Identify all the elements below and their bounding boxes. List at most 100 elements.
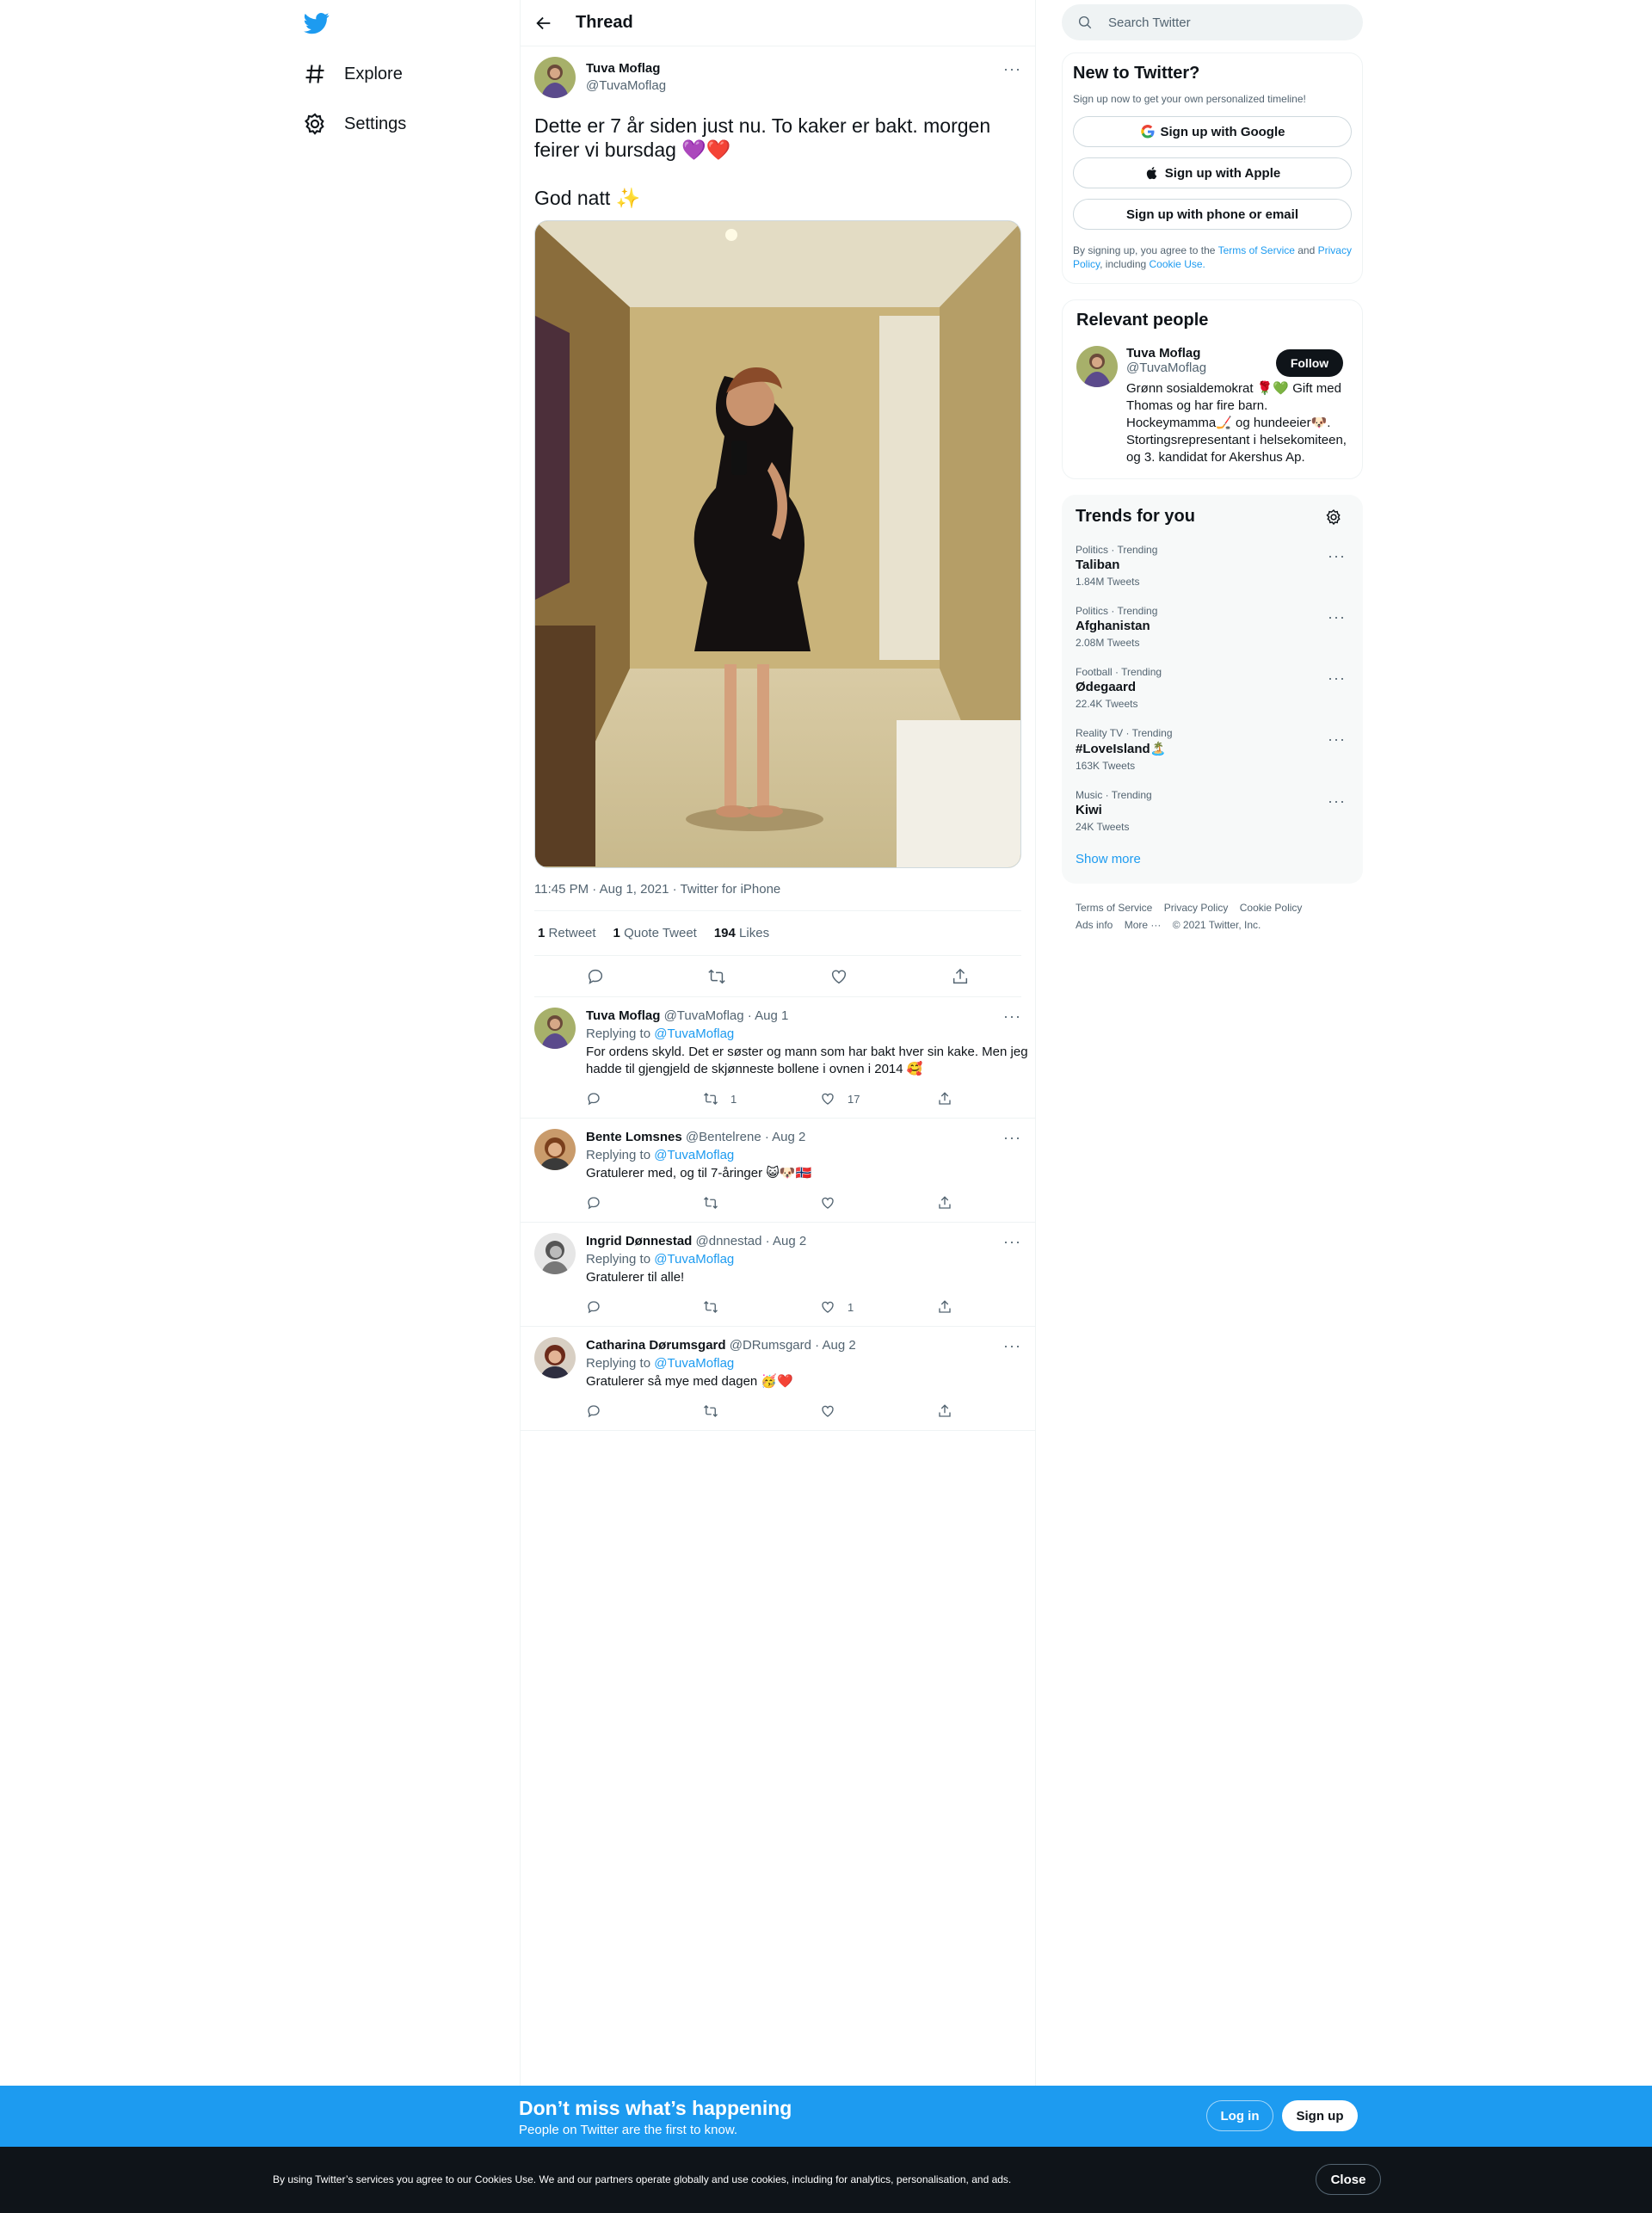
reply-author-handle[interactable]: @Bentelrene <box>686 1130 761 1144</box>
terms-link[interactable]: Terms of Service <box>1218 244 1295 256</box>
reply-date[interactable]: · Aug 1 <box>748 1008 789 1023</box>
cookie-link[interactable]: Cookie Use. <box>1150 258 1205 270</box>
like-button[interactable]: 1 <box>820 1299 937 1315</box>
more-options-icon[interactable]: ··· <box>1328 792 1346 811</box>
like-icon[interactable] <box>829 967 848 986</box>
retweet-icon <box>704 1197 718 1209</box>
reply-date[interactable]: · Aug 2 <box>765 1130 806 1144</box>
like-button[interactable] <box>820 1195 937 1211</box>
signup-google-button[interactable]: Sign up with Google <box>1073 116 1352 147</box>
retweet-icon <box>704 1093 718 1105</box>
signup-apple-button[interactable]: Sign up with Apple <box>1073 157 1352 188</box>
search-bar[interactable]: Search Twitter <box>1062 4 1363 40</box>
signup-button[interactable]: Sign up <box>1282 2100 1358 2131</box>
signup-phone-button[interactable]: Sign up with phone or email <box>1073 199 1352 230</box>
reply-date[interactable]: · Aug 2 <box>766 1234 807 1248</box>
replying-to-link[interactable]: @TuvaMoflag <box>654 1356 734 1371</box>
reply-author-name[interactable]: Bente Lomsnes <box>586 1130 682 1144</box>
retweet-count[interactable]: 1 Retweet <box>538 926 596 940</box>
retweet-button[interactable] <box>703 1299 820 1315</box>
reply-icon[interactable] <box>586 967 605 986</box>
share-button[interactable] <box>937 1195 1054 1211</box>
quote-count[interactable]: 1 Quote Tweet <box>613 926 697 940</box>
login-button[interactable]: Log in <box>1206 2100 1273 2131</box>
avatar[interactable] <box>534 1337 576 1378</box>
author-name[interactable]: Tuva Moflag <box>586 60 666 77</box>
replying-to: Replying to @TuvaMoflag <box>586 1252 735 1267</box>
reply-date[interactable]: · Aug 2 <box>815 1338 856 1353</box>
like-button[interactable] <box>820 1403 937 1419</box>
share-button[interactable] <box>937 1091 1054 1106</box>
more-options-icon[interactable]: ··· <box>1328 730 1346 749</box>
footer-privacy-link[interactable]: Privacy Policy <box>1164 902 1229 914</box>
share-button[interactable] <box>937 1299 1054 1315</box>
trend-item[interactable]: Music · Trending Kiwi 24K Tweets ··· <box>1076 789 1349 833</box>
reply-author-name[interactable]: Tuva Moflag <box>586 1008 660 1023</box>
reply-button[interactable] <box>586 1195 703 1211</box>
retweet-icon[interactable] <box>707 967 726 986</box>
retweet-button[interactable] <box>703 1195 820 1211</box>
replying-to-link[interactable]: @TuvaMoflag <box>654 1252 734 1267</box>
nav-settings[interactable]: Settings <box>303 112 406 136</box>
tweet-author: Tuva Moflag @TuvaMoflag <box>534 57 1021 98</box>
more-options-icon[interactable]: ··· <box>1003 60 1021 78</box>
reply-author-handle[interactable]: @DRumsgard <box>730 1338 811 1353</box>
like-button[interactable]: 17 <box>820 1091 937 1106</box>
author-handle[interactable]: @TuvaMoflag <box>586 77 666 95</box>
avatar[interactable] <box>1076 346 1118 387</box>
search-input[interactable]: Search Twitter <box>1108 15 1191 30</box>
avatar[interactable] <box>534 1008 576 1049</box>
reply-author-handle[interactable]: @dnnestad <box>696 1234 762 1248</box>
main-column: Thread Tuva Moflag @TuvaMoflag ··· Dette… <box>520 0 1036 2086</box>
reply-tweet[interactable]: Tuva Moflag @TuvaMoflag · Aug 1 Replying… <box>521 997 1035 1119</box>
footer-terms-link[interactable]: Terms of Service <box>1076 902 1152 914</box>
more-options-icon[interactable]: ··· <box>1003 1129 1021 1147</box>
reply-author-name[interactable]: Catharina Dørumsgard <box>586 1338 726 1353</box>
trend-item[interactable]: Football · Trending Ødegaard 22.4K Tweet… <box>1076 666 1349 710</box>
follow-button[interactable]: Follow <box>1276 349 1343 377</box>
footer-ads-link[interactable]: Ads info <box>1076 919 1113 931</box>
more-options-icon[interactable]: ··· <box>1328 608 1346 626</box>
more-options-icon[interactable]: ··· <box>1328 669 1346 687</box>
gear-icon[interactable] <box>1325 509 1342 526</box>
tweet-photo[interactable] <box>534 220 1021 868</box>
reply-button[interactable] <box>586 1403 703 1419</box>
footer-more-link[interactable]: More ··· <box>1125 919 1162 931</box>
reply-author-name[interactable]: Ingrid Dønnestad <box>586 1234 692 1248</box>
reply-author-handle[interactable]: @TuvaMoflag <box>664 1008 744 1023</box>
tweet-timestamp[interactable]: 11:45 PM · Aug 1, 2021 · Twitter for iPh… <box>534 882 1021 911</box>
footer-cookie-link[interactable]: Cookie Policy <box>1240 902 1303 914</box>
close-button[interactable]: Close <box>1316 2164 1381 2195</box>
retweet-button[interactable] <box>703 1403 820 1419</box>
more-options-icon[interactable]: ··· <box>1003 1233 1021 1251</box>
google-icon <box>1140 125 1154 139</box>
trend-item[interactable]: Politics · Trending Taliban 1.84M Tweets… <box>1076 544 1349 588</box>
person-item[interactable]: Tuva Moflag @TuvaMoflag Grønn sosialdemo… <box>1076 346 1348 466</box>
more-options-icon[interactable]: ··· <box>1328 547 1346 565</box>
replying-to-link[interactable]: @TuvaMoflag <box>654 1026 734 1041</box>
share-button[interactable] <box>937 1403 1054 1419</box>
like-count[interactable]: 194 Likes <box>714 926 769 940</box>
reply-tweet[interactable]: Catharina Dørumsgard @DRumsgard · Aug 2 … <box>521 1327 1035 1431</box>
banner-subtitle: People on Twitter are the first to know. <box>519 2123 738 2137</box>
avatar[interactable] <box>534 1129 576 1170</box>
reply-tweet[interactable]: Ingrid Dønnestad @dnnestad · Aug 2 Reply… <box>521 1223 1035 1327</box>
more-options-icon[interactable]: ··· <box>1003 1337 1021 1355</box>
nav-explore[interactable]: Explore <box>303 62 403 86</box>
replying-to-link[interactable]: @TuvaMoflag <box>654 1148 734 1162</box>
trend-item[interactable]: Politics · Trending Afghanistan 2.08M Tw… <box>1076 605 1349 649</box>
retweet-button[interactable]: 1 <box>703 1091 820 1106</box>
back-arrow-icon[interactable] <box>534 14 553 33</box>
relevant-people-card: Relevant people Tuva Moflag @TuvaMoflag … <box>1062 299 1363 479</box>
trend-item[interactable]: Reality TV · Trending #LoveIsland🏝️ 163K… <box>1076 727 1349 772</box>
avatar[interactable] <box>534 57 576 98</box>
trend-category: Reality TV · Trending <box>1076 727 1173 739</box>
avatar[interactable] <box>534 1233 576 1274</box>
reply-tweet[interactable]: Bente Lomsnes @Bentelrene · Aug 2 Replyi… <box>521 1119 1035 1223</box>
show-more-link[interactable]: Show more <box>1076 852 1349 872</box>
share-icon[interactable] <box>951 967 970 986</box>
reply-button[interactable] <box>586 1091 703 1106</box>
more-options-icon[interactable]: ··· <box>1003 1008 1021 1026</box>
reply-button[interactable] <box>586 1299 703 1315</box>
twitter-logo-icon[interactable] <box>301 10 332 36</box>
